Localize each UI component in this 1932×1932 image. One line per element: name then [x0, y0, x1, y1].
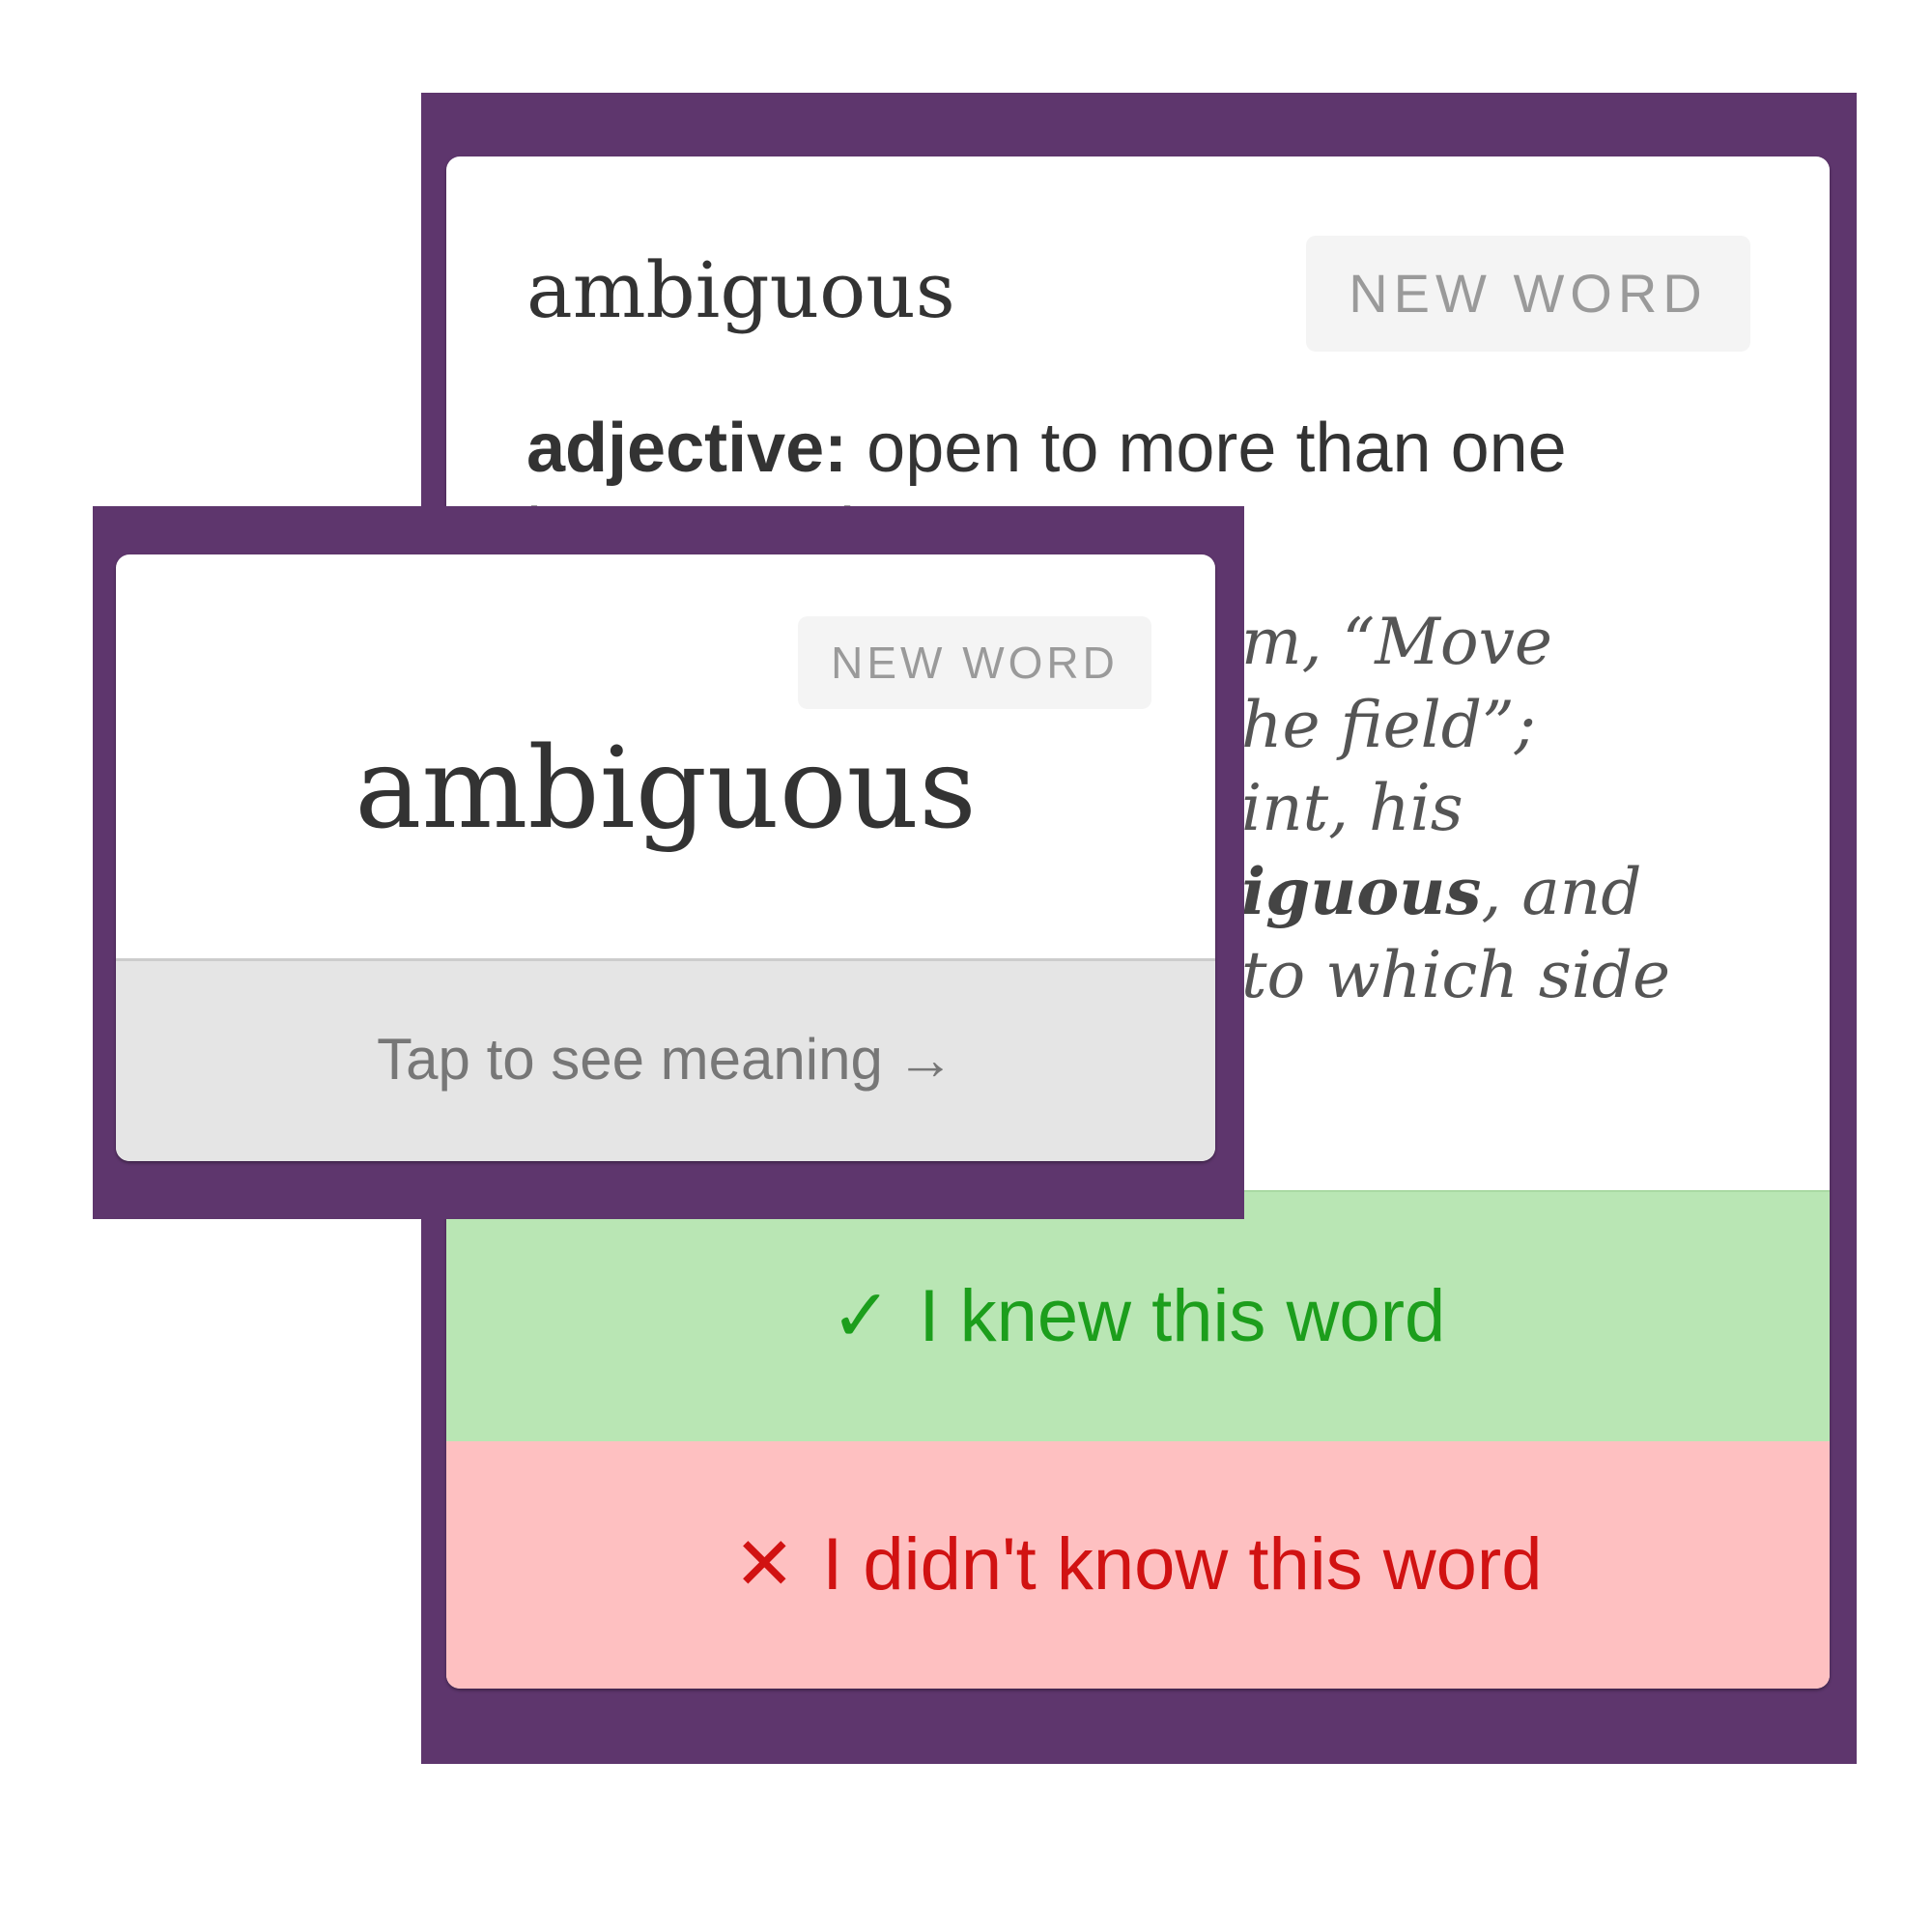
flashcard[interactable]: NEW WORD ambiguous Tap to see meaning →	[116, 554, 1215, 1161]
knew-word-button[interactable]: ✓ I knew this word	[446, 1190, 1830, 1441]
arrow-right-icon: →	[895, 1027, 954, 1092]
cross-icon: ✕	[733, 1523, 796, 1605]
flashcard-panel: NEW WORD ambiguous Tap to see meaning →	[93, 506, 1244, 1219]
didnt-know-word-label: I didn't know this word	[822, 1523, 1543, 1605]
didnt-know-word-button[interactable]: ✕ I didn't know this word	[446, 1441, 1830, 1689]
example-highlight: iguous	[1241, 854, 1482, 929]
tap-label: Tap to see meaning	[377, 1027, 883, 1092]
new-word-badge: NEW WORD	[798, 616, 1151, 709]
example-line-4-rest: , and	[1481, 855, 1642, 929]
tap-to-see-meaning-button[interactable]: Tap to see meaning →	[116, 958, 1215, 1161]
new-word-badge: NEW WORD	[1306, 236, 1750, 352]
part-of-speech: adjective:	[526, 410, 848, 487]
check-icon: ✓	[830, 1275, 893, 1357]
knew-word-label: I knew this word	[919, 1275, 1446, 1357]
definition-word: ambiguous	[526, 245, 955, 335]
flashcard-word: ambiguous	[355, 724, 977, 854]
